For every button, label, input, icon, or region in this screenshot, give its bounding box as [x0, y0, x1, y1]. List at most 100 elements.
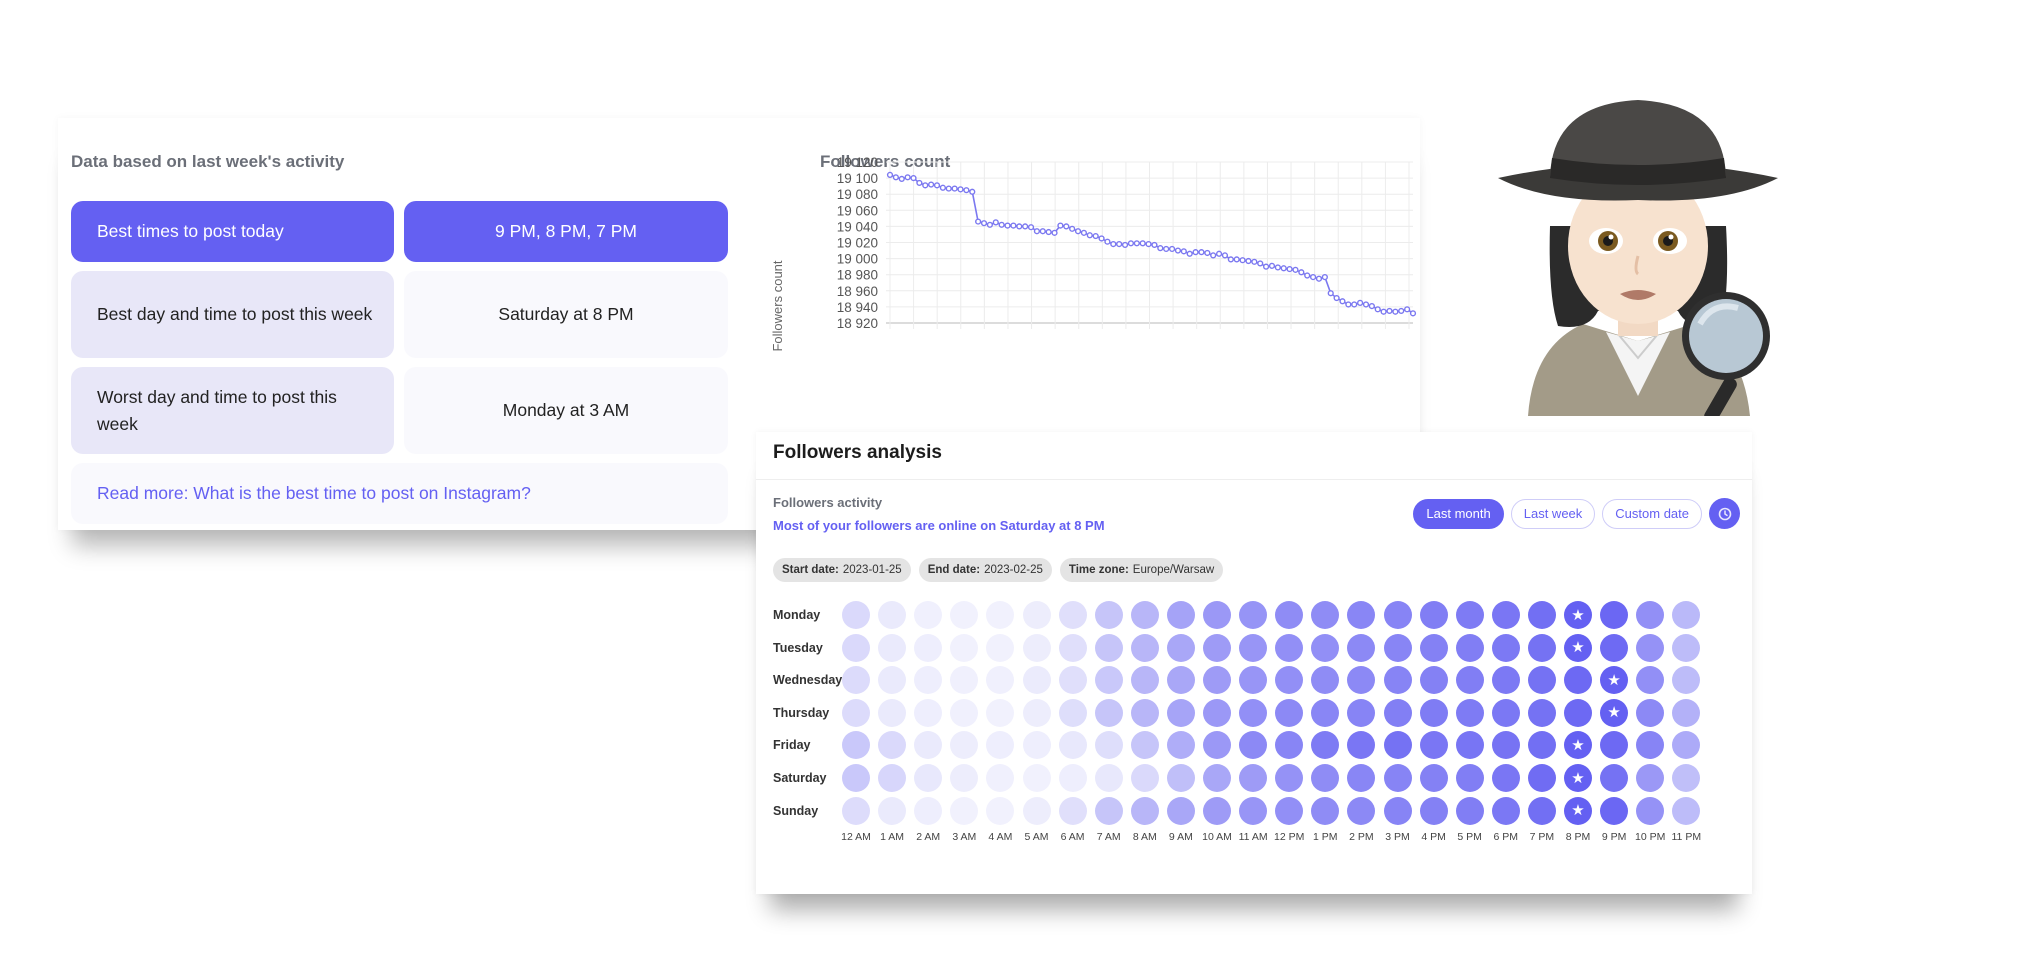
- heatmap-cell[interactable]: [1275, 601, 1304, 629]
- data-point[interactable]: [963, 187, 970, 194]
- heatmap-cell[interactable]: [1058, 601, 1087, 629]
- data-point[interactable]: [1404, 306, 1411, 313]
- heatmap-cell[interactable]: [878, 796, 907, 825]
- data-point[interactable]: [1051, 229, 1058, 236]
- data-point[interactable]: [1245, 257, 1252, 265]
- read-more-link[interactable]: Read more: What is the best time to post…: [71, 463, 728, 524]
- heatmap-cell[interactable]: [1311, 796, 1340, 825]
- data-point[interactable]: [1362, 301, 1370, 308]
- heatmap-cell[interactable]: [1383, 666, 1412, 695]
- heatmap-cell[interactable]: [1166, 731, 1195, 760]
- data-point[interactable]: [998, 221, 1005, 228]
- heatmap-cell[interactable]: [1166, 666, 1195, 695]
- heatmap-cell[interactable]: [950, 601, 979, 629]
- heatmap-cell[interactable]: [1527, 731, 1556, 760]
- heatmap-cell[interactable]: ★: [1564, 601, 1592, 629]
- data-point[interactable]: [1210, 252, 1217, 259]
- data-point[interactable]: [1357, 299, 1364, 306]
- heatmap-cell[interactable]: [1166, 796, 1195, 825]
- heatmap-cell[interactable]: [1130, 633, 1159, 662]
- data-point[interactable]: [1098, 235, 1105, 242]
- timezone-button[interactable]: [1709, 498, 1740, 529]
- heatmap-cell[interactable]: [986, 764, 1015, 792]
- data-point[interactable]: [1339, 298, 1346, 305]
- heatmap-cell[interactable]: [1383, 633, 1412, 662]
- heatmap-cell[interactable]: [1491, 601, 1520, 629]
- data-point[interactable]: [1004, 222, 1011, 229]
- heatmap-cell[interactable]: [1058, 698, 1087, 727]
- heatmap-cell[interactable]: [950, 731, 979, 760]
- data-point[interactable]: [1045, 228, 1052, 236]
- heatmap-cell[interactable]: [1383, 796, 1412, 825]
- heatmap-cell[interactable]: ★: [1600, 698, 1629, 727]
- last-week-button[interactable]: Last week: [1510, 498, 1596, 529]
- data-point[interactable]: [1374, 306, 1381, 313]
- data-point[interactable]: [1186, 250, 1193, 257]
- heatmap-cell[interactable]: [1058, 731, 1087, 760]
- heatmap-cell[interactable]: [1347, 698, 1376, 727]
- heatmap-cell[interactable]: [1419, 764, 1448, 792]
- heatmap-cell[interactable]: [1636, 633, 1665, 662]
- heatmap-cell[interactable]: [1527, 796, 1556, 825]
- heatmap-cell[interactable]: [1455, 633, 1484, 662]
- data-point[interactable]: [1268, 262, 1276, 269]
- data-point[interactable]: [1321, 274, 1328, 281]
- heatmap-cell[interactable]: [1527, 601, 1556, 629]
- heatmap-cell[interactable]: [1166, 601, 1195, 629]
- heatmap-cell[interactable]: [1600, 731, 1629, 760]
- heatmap-cell[interactable]: [1311, 731, 1340, 760]
- heatmap-cell[interactable]: [1203, 731, 1231, 760]
- heatmap-cell[interactable]: [1419, 666, 1448, 695]
- data-point[interactable]: [910, 174, 917, 182]
- heatmap-cell[interactable]: [1600, 764, 1629, 792]
- data-point[interactable]: [1310, 274, 1317, 281]
- heatmap-cell[interactable]: [1275, 796, 1304, 825]
- data-point[interactable]: [975, 218, 982, 225]
- data-point[interactable]: [969, 188, 976, 195]
- data-point[interactable]: [1298, 269, 1305, 276]
- data-point[interactable]: [1345, 301, 1352, 308]
- heatmap-cell[interactable]: [1455, 666, 1484, 695]
- custom-date-button[interactable]: Custom date: [1602, 498, 1702, 529]
- data-point[interactable]: [1027, 224, 1035, 231]
- heatmap-cell[interactable]: [914, 666, 943, 695]
- heatmap-cell[interactable]: [914, 633, 943, 662]
- heatmap-cell[interactable]: [1419, 796, 1448, 825]
- heatmap-cell[interactable]: ★: [1564, 633, 1592, 662]
- heatmap-cell[interactable]: [986, 731, 1015, 760]
- heatmap-cell[interactable]: [1311, 633, 1340, 662]
- heatmap-cell[interactable]: [1166, 633, 1195, 662]
- data-point[interactable]: [1086, 232, 1093, 239]
- heatmap-cell[interactable]: [1672, 633, 1701, 662]
- heatmap-cell[interactable]: [1455, 796, 1484, 825]
- data-point[interactable]: [933, 182, 941, 189]
- heatmap-cell[interactable]: [1203, 633, 1231, 662]
- heatmap-cell[interactable]: [1022, 666, 1051, 695]
- heatmap-cell[interactable]: [1130, 666, 1159, 695]
- heatmap-cell[interactable]: [986, 633, 1015, 662]
- data-point[interactable]: [992, 219, 999, 226]
- data-point[interactable]: [886, 171, 894, 178]
- data-point[interactable]: [1145, 241, 1152, 248]
- data-point[interactable]: [1315, 275, 1323, 282]
- data-point[interactable]: [1010, 222, 1017, 229]
- heatmap-cell[interactable]: [1239, 796, 1268, 825]
- heatmap-cell[interactable]: [1275, 731, 1304, 760]
- heatmap-cell[interactable]: [878, 764, 907, 792]
- heatmap-cell[interactable]: ★: [1600, 666, 1629, 695]
- heatmap-cell[interactable]: [950, 666, 979, 695]
- heatmap-cell[interactable]: [1058, 796, 1087, 825]
- data-point[interactable]: [1286, 265, 1293, 273]
- data-point[interactable]: [1386, 307, 1393, 315]
- heatmap-cell[interactable]: [1564, 666, 1592, 695]
- heatmap-cell[interactable]: [1311, 601, 1340, 629]
- heatmap-cell[interactable]: [1491, 666, 1520, 695]
- heatmap-cell[interactable]: [1527, 666, 1556, 695]
- heatmap-cell[interactable]: [950, 796, 979, 825]
- data-point[interactable]: [1280, 265, 1287, 272]
- heatmap-cell[interactable]: [1419, 601, 1448, 629]
- heatmap-cell[interactable]: [914, 601, 943, 629]
- data-point[interactable]: [1116, 241, 1123, 248]
- heatmap-cell[interactable]: [950, 633, 979, 662]
- heatmap-cell[interactable]: [1094, 601, 1123, 629]
